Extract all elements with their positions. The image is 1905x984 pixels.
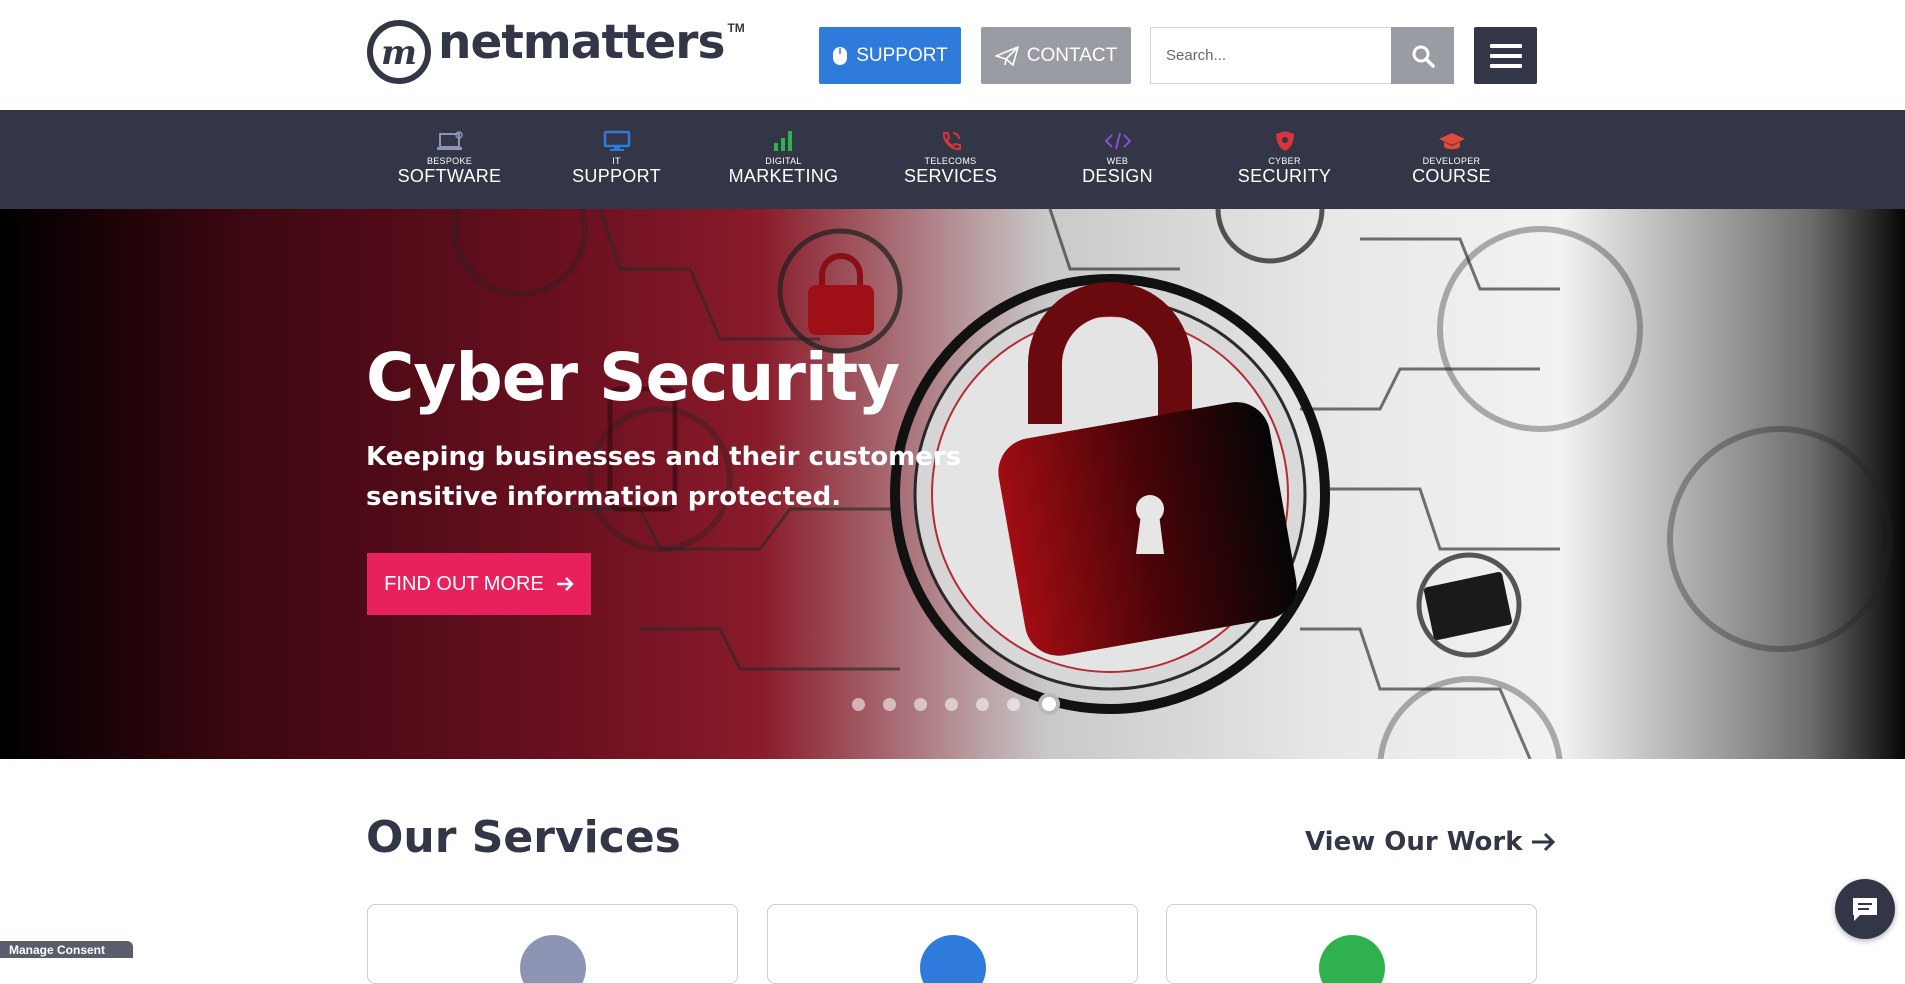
monitor-icon bbox=[920, 935, 986, 983]
paper-plane-icon bbox=[994, 45, 1019, 66]
slider-pagination bbox=[852, 693, 1060, 715]
service-card-digital-marketing[interactable] bbox=[1166, 904, 1537, 984]
nav-item-digital-marketing[interactable]: DIGITAL MARKETING bbox=[700, 110, 867, 209]
support-label: SUPPORT bbox=[856, 44, 948, 66]
arrow-right-icon bbox=[556, 577, 574, 591]
hero-title: Cyber Security bbox=[366, 339, 900, 416]
cta-label: FIND OUT MORE bbox=[384, 572, 544, 595]
small-lock-icon bbox=[808, 253, 874, 335]
slider-dot[interactable] bbox=[914, 697, 927, 711]
code-icon bbox=[1104, 130, 1132, 152]
slider-dot[interactable] bbox=[945, 697, 958, 711]
nav-small-label: DIGITAL bbox=[765, 156, 802, 166]
nav-small-label: IT bbox=[612, 156, 621, 166]
shield-icon bbox=[1274, 130, 1296, 152]
netmatters-logo[interactable]: m netmatters TM bbox=[366, 15, 745, 85]
menu-bar bbox=[1489, 43, 1522, 48]
search-button[interactable] bbox=[1391, 27, 1454, 84]
nav-item-developer-course[interactable]: DEVELOPER COURSE bbox=[1368, 110, 1535, 209]
svg-text:m: m bbox=[381, 33, 417, 73]
nav-item-it-support[interactable]: IT SUPPORT bbox=[533, 110, 700, 209]
laptop-icon bbox=[435, 130, 465, 152]
site-header: m netmatters TM SUPPORT CONTACT bbox=[0, 0, 1905, 110]
contact-button[interactable]: CONTACT bbox=[981, 27, 1131, 84]
nav-item-bespoke-software[interactable]: BESPOKE SOFTWARE bbox=[366, 110, 533, 209]
view-work-label: View Our Work bbox=[1305, 827, 1523, 857]
search-form bbox=[1150, 27, 1454, 84]
chat-launcher-button[interactable] bbox=[1835, 879, 1895, 939]
nav-big-label: SUPPORT bbox=[572, 166, 661, 186]
search-input[interactable] bbox=[1150, 27, 1391, 84]
nav-small-label: WEB bbox=[1106, 156, 1129, 166]
services-heading: Our Services bbox=[366, 812, 681, 863]
nav-small-label: CYBER bbox=[1268, 156, 1301, 166]
nav-big-label: SOFTWARE bbox=[397, 166, 502, 186]
bar-chart-icon bbox=[1319, 935, 1385, 983]
slider-dot[interactable] bbox=[852, 697, 865, 711]
nav-big-label: DESIGN bbox=[1082, 166, 1153, 186]
arrow-right-icon bbox=[1531, 832, 1555, 852]
nav-item-telecoms-services[interactable]: TELECOMS SERVICES bbox=[867, 110, 1034, 209]
hero-slider: Cyber Security Keeping businesses and th… bbox=[0, 209, 1905, 759]
slider-dot-active[interactable] bbox=[1038, 693, 1060, 715]
logo-trademark: TM bbox=[727, 21, 745, 35]
support-button[interactable]: SUPPORT bbox=[819, 27, 961, 84]
graduation-cap-icon bbox=[1438, 130, 1466, 152]
nav-small-label: DEVELOPER bbox=[1422, 156, 1481, 166]
hero-subtitle: Keeping businesses and their customers s… bbox=[366, 442, 962, 512]
bar-chart-icon bbox=[772, 130, 796, 152]
nav-big-label: SECURITY bbox=[1237, 166, 1332, 186]
services-nav: BESPOKE SOFTWARE IT SUPPORT DIGITAL MARK… bbox=[0, 110, 1905, 209]
menu-bar bbox=[1489, 53, 1522, 58]
contact-label: CONTACT bbox=[1026, 44, 1118, 66]
mouse-icon bbox=[833, 46, 848, 65]
search-icon bbox=[1412, 45, 1435, 68]
slider-dot[interactable] bbox=[883, 697, 896, 711]
slider-dot[interactable] bbox=[1007, 697, 1020, 711]
hamburger-menu-button[interactable] bbox=[1474, 27, 1537, 84]
nav-item-cyber-security[interactable]: CYBER SECURITY bbox=[1201, 110, 1368, 209]
nav-big-label: COURSE bbox=[1412, 166, 1491, 186]
find-out-more-button[interactable]: FIND OUT MORE bbox=[367, 553, 591, 615]
laptop-icon bbox=[520, 935, 586, 983]
view-our-work-link[interactable]: View Our Work bbox=[1305, 827, 1555, 857]
phone-icon bbox=[939, 130, 963, 152]
service-card-bespoke-software[interactable] bbox=[367, 904, 738, 984]
nav-small-label: BESPOKE bbox=[426, 156, 473, 166]
chat-bubble-icon bbox=[1853, 898, 1877, 921]
nav-big-label: SERVICES bbox=[903, 166, 998, 186]
logo-m-icon: m bbox=[367, 20, 431, 84]
nav-item-web-design[interactable]: WEB DESIGN bbox=[1034, 110, 1201, 209]
nav-big-label: MARKETING bbox=[728, 166, 839, 186]
monitor-icon bbox=[603, 130, 631, 152]
manage-consent-tab[interactable]: Manage Consent bbox=[0, 941, 133, 958]
slider-dot[interactable] bbox=[976, 697, 989, 711]
logo-text: netmatters bbox=[438, 14, 725, 70]
service-card-it-support[interactable] bbox=[767, 904, 1138, 984]
nav-small-label: TELECOMS bbox=[924, 156, 977, 166]
menu-bar bbox=[1489, 63, 1522, 68]
